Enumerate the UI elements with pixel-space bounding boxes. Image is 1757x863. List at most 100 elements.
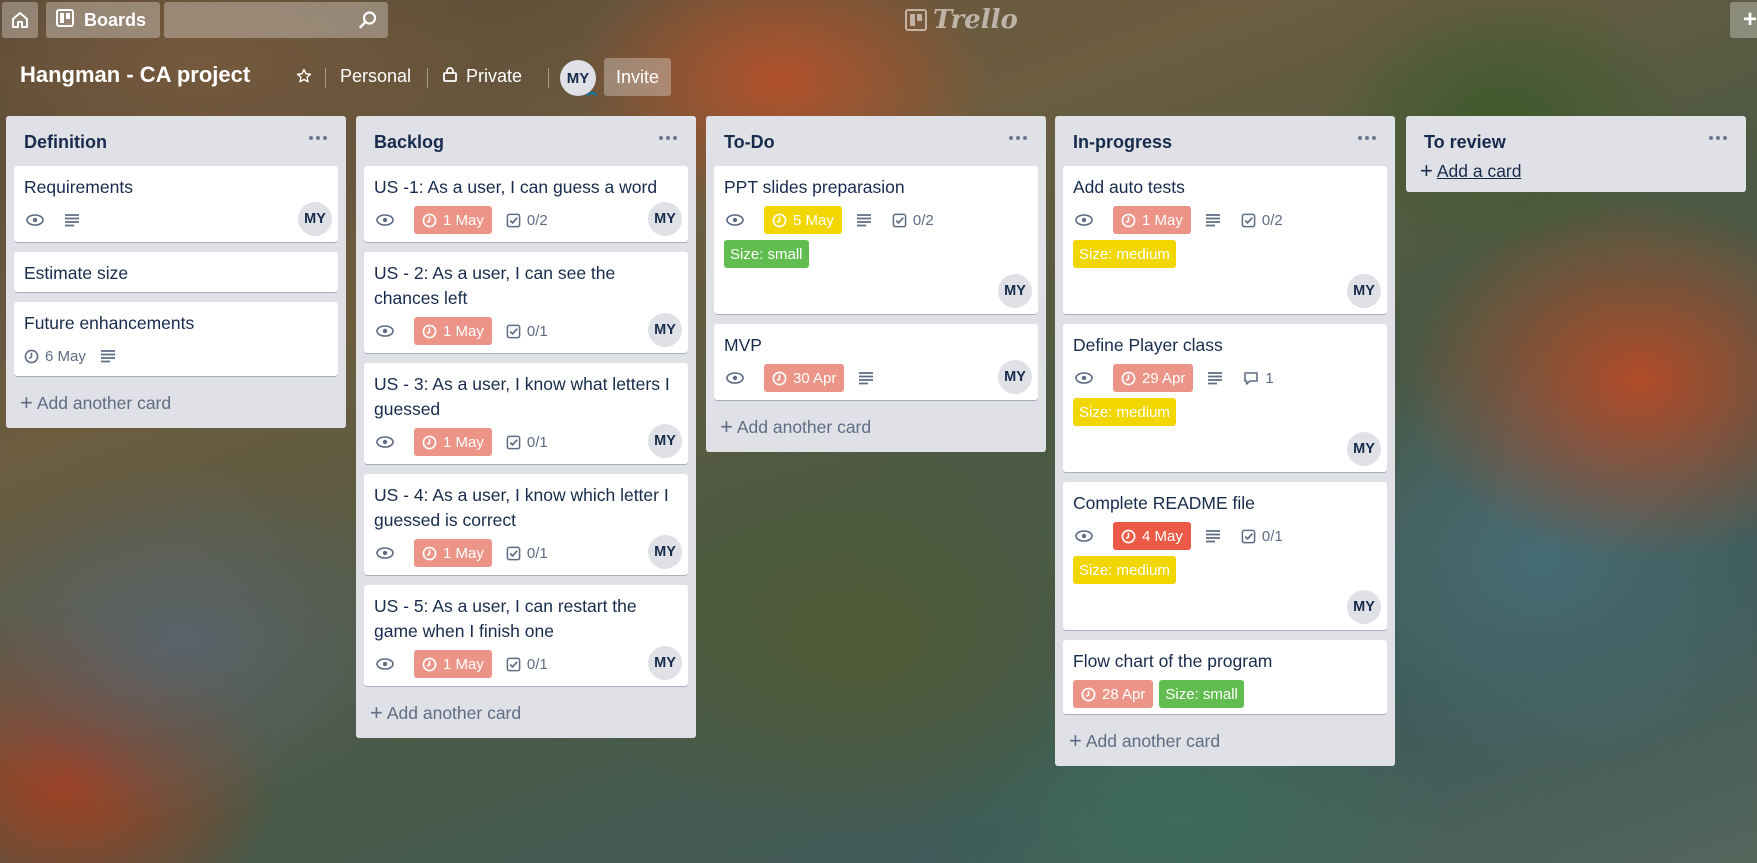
description-icon xyxy=(64,206,86,234)
add-card-label: Add another card xyxy=(36,392,172,413)
boards-label: Boards xyxy=(84,9,147,30)
card[interactable]: MVP 30 Apr MY xyxy=(714,324,1038,400)
card-member-avatar[interactable]: MY xyxy=(998,360,1032,394)
add-card-button[interactable]: + Add another card xyxy=(364,696,688,730)
list-header: To-Do xyxy=(714,116,1038,166)
description-icon xyxy=(858,364,880,392)
card[interactable]: Complete README file 4 May 0/1 Size: med… xyxy=(1063,482,1387,630)
card[interactable]: US - 4: As a user, I know which letter I… xyxy=(364,474,688,575)
boards-button[interactable]: Boards xyxy=(46,2,160,38)
card-member-avatar[interactable]: MY xyxy=(1347,432,1381,466)
card[interactable]: Future enhancements 6 May xyxy=(14,302,338,376)
size-label: Size: medium xyxy=(1073,240,1176,268)
due-date-text: 29 Apr xyxy=(1142,369,1186,387)
card-badges: 1 May 0/1 xyxy=(374,317,680,345)
card-member-avatar[interactable]: MY xyxy=(1347,590,1381,624)
card[interactable]: US -1: As a user, I can guess a word 1 M… xyxy=(364,166,688,242)
list-title[interactable]: To-Do xyxy=(724,132,775,153)
checklist-icon xyxy=(1241,213,1256,227)
watch-icon xyxy=(376,206,400,234)
comments-count: 1 xyxy=(1265,369,1274,387)
invite-button[interactable]: Invite xyxy=(604,58,672,96)
list-menu-icon[interactable] xyxy=(1004,128,1032,148)
top-bar: Boards Trello + xyxy=(0,0,1757,40)
card[interactable]: Flow chart of the program 28 Apr Size: s… xyxy=(1063,640,1387,714)
star-button[interactable] xyxy=(286,58,322,94)
star-icon xyxy=(296,68,312,83)
add-card-button[interactable]: + Add another card xyxy=(714,410,1038,444)
card-labels: Size: medium xyxy=(1073,240,1379,268)
checklist-badge: 0/2 xyxy=(1241,206,1283,234)
card-member-avatar[interactable]: MY xyxy=(648,535,682,569)
description-icon xyxy=(1205,206,1227,234)
card-member-avatar[interactable]: MY xyxy=(648,646,682,680)
team-button[interactable]: Personal xyxy=(330,58,421,94)
card[interactable]: US - 5: As a user, I can restart the gam… xyxy=(364,585,688,686)
card[interactable]: Estimate size xyxy=(14,252,338,292)
card[interactable]: US - 2: As a user, I can see the chances… xyxy=(364,252,688,353)
card-labels: Size: medium xyxy=(1073,556,1379,584)
checklist-badge: 0/2 xyxy=(506,206,548,234)
list-title[interactable]: Backlog xyxy=(374,132,444,153)
list-menu-icon[interactable] xyxy=(1353,128,1381,148)
due-date-badge: 1 May xyxy=(414,317,492,345)
card-title: Estimate size xyxy=(24,263,129,283)
checklist-icon xyxy=(506,213,521,227)
card-member-avatar[interactable]: MY xyxy=(648,313,682,347)
clock-icon xyxy=(422,546,437,560)
member-avatar[interactable]: MY ︽ xyxy=(560,60,597,98)
list-menu-icon[interactable] xyxy=(1704,128,1732,148)
add-card-label: Add another card xyxy=(736,416,872,437)
boards-icon xyxy=(56,8,74,32)
plus-icon: + xyxy=(20,390,33,415)
due-date-badge: 29 Apr xyxy=(1113,364,1194,392)
clock-icon xyxy=(1121,529,1136,543)
list-title[interactable]: Definition xyxy=(24,132,107,153)
search-input[interactable] xyxy=(164,2,388,38)
home-icon xyxy=(12,12,28,28)
checklist-badge: 0/1 xyxy=(506,650,548,678)
card-title: US - 3: As a user, I know what letters I… xyxy=(374,374,670,419)
card[interactable]: Requirements MY xyxy=(14,166,338,242)
due-date-badge: 1 May xyxy=(1113,206,1191,234)
due-date-text: 6 May xyxy=(45,347,86,365)
watch-icon xyxy=(26,206,50,234)
card-badges: 1 May 0/1 xyxy=(374,650,680,678)
checklist-count: 0/2 xyxy=(1261,211,1283,229)
card-member-avatar[interactable]: MY xyxy=(648,424,682,458)
admin-chevron-icon: ︽ xyxy=(587,87,597,98)
list-title[interactable]: In-progress xyxy=(1073,132,1172,153)
card-labels: 28 Apr Size: small xyxy=(1073,680,1379,708)
card-title: Requirements xyxy=(24,177,133,197)
card[interactable]: PPT slides preparasion 5 May 0/2 Size: s… xyxy=(714,166,1038,314)
board-title[interactable]: Hangman - CA project xyxy=(20,62,250,88)
create-button[interactable]: + xyxy=(1730,2,1757,38)
card[interactable]: US - 3: As a user, I know what letters I… xyxy=(364,363,688,464)
card-badges: 1 May 0/1 xyxy=(374,539,680,567)
description-icon xyxy=(100,342,122,370)
card[interactable]: Add auto tests 1 May 0/2 Size: medium MY xyxy=(1063,166,1387,314)
card-member-avatar[interactable]: MY xyxy=(298,202,332,236)
list-menu-icon[interactable] xyxy=(304,128,332,148)
plus-icon: + xyxy=(1742,6,1757,33)
list-title[interactable]: To review xyxy=(1424,132,1506,153)
add-card-button[interactable]: + Add another card xyxy=(14,386,338,420)
trello-logo-icon xyxy=(905,9,927,31)
card-member-avatar[interactable]: MY xyxy=(998,274,1032,308)
list-menu-icon[interactable] xyxy=(654,128,682,148)
checklist-icon xyxy=(1241,529,1256,543)
due-date-text: 28 Apr xyxy=(1102,685,1146,703)
trello-logo[interactable]: Trello xyxy=(905,4,1018,36)
add-card-button[interactable]: + Add another card xyxy=(1063,724,1387,758)
clock-icon xyxy=(1121,213,1136,227)
visibility-button[interactable]: Private xyxy=(432,58,532,94)
card-member-avatar[interactable]: MY xyxy=(1347,274,1381,308)
description-icon xyxy=(856,206,878,234)
card-title: PPT slides preparasion xyxy=(724,177,905,197)
card[interactable]: Define Player class 29 Apr 1 Size: mediu… xyxy=(1063,324,1387,472)
card-member-avatar[interactable]: MY xyxy=(648,202,682,236)
description-icon xyxy=(1207,364,1229,392)
home-button[interactable] xyxy=(2,2,38,38)
search-icon xyxy=(359,11,377,29)
clock-icon xyxy=(422,657,437,671)
